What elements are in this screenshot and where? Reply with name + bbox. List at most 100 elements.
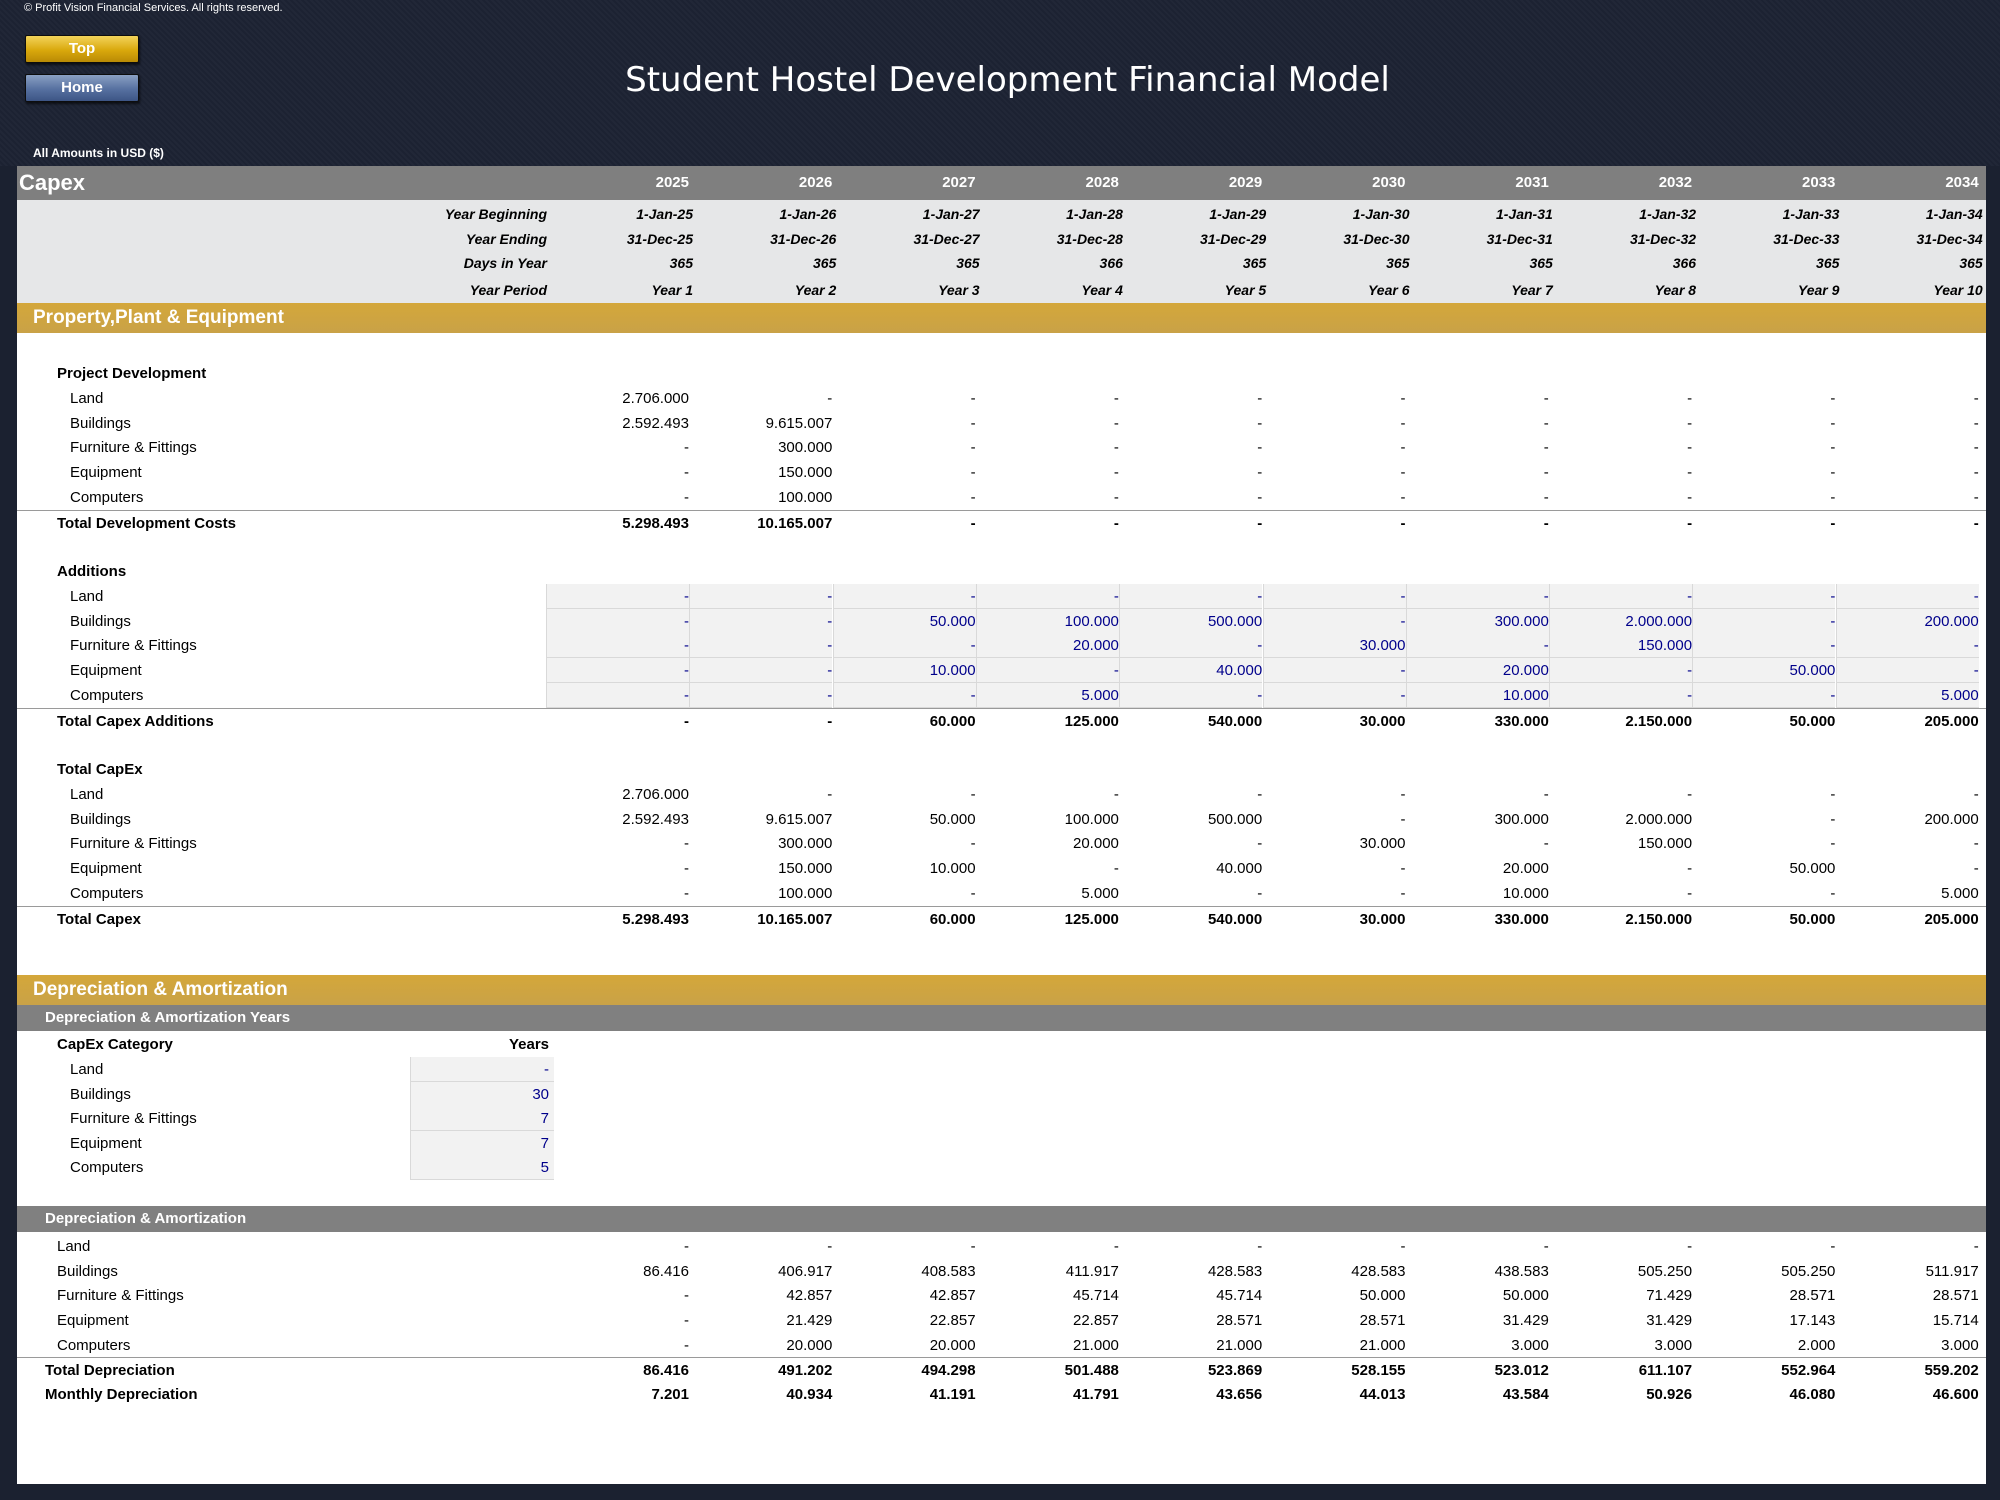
line-item-value[interactable]: 200.000 [1840, 609, 1978, 634]
line-item-value: - [1113, 489, 1119, 506]
total-development-costs-value: 10.165.007 [757, 514, 833, 532]
da-schedule-row: Land - - - - - - - - - - [17, 1234, 1986, 1259]
line-item-value[interactable]: - [1840, 633, 1979, 658]
line-item-value[interactable]: - [693, 633, 832, 658]
line-item-value: - [1687, 885, 1693, 902]
line-item-value: - [1830, 885, 1836, 902]
line-item-label: Computers [70, 687, 144, 704]
line-item-value: - [1400, 785, 1406, 803]
line-item-value[interactable]: - [1553, 658, 1692, 683]
capex-header-row: Capex 2025 2026 2027 2028 2029 2030 2031 2032 203… [17, 166, 1986, 200]
da-schedule-value: 28.571 [1359, 1312, 1406, 1330]
line-item-value[interactable]: 10.000 [837, 658, 976, 683]
total-capex-additions-value: 125.000 [1064, 712, 1119, 730]
line-item-value[interactable]: 100.000 [980, 609, 1119, 634]
line-item-value[interactable]: - [550, 633, 689, 658]
line-item-value[interactable]: 2.000.000 [1553, 609, 1692, 634]
line-item-value[interactable]: - [1696, 633, 1835, 658]
line-item-value[interactable]: - [693, 609, 832, 634]
line-item-value[interactable]: 20.000 [980, 633, 1119, 658]
line-item-value[interactable]: - [1553, 683, 1692, 708]
line-item-value[interactable]: 20.000 [1410, 658, 1549, 683]
capex-title: Capex [19, 170, 86, 195]
line-item-value[interactable]: - [1267, 658, 1406, 683]
line-item-value[interactable]: - [1840, 584, 1979, 609]
spreadsheet-area: Capex 2025 2026 2027 2028 2029 2030 2031 2032 203… [17, 166, 1986, 1484]
years-input-value[interactable]: 5 [410, 1155, 549, 1180]
total-capex-additions-value: - [827, 712, 833, 730]
line-item-value[interactable]: - [550, 584, 689, 609]
year-beginning-row-label: Year Beginning [444, 206, 547, 222]
line-item-value: 40.000 [1216, 860, 1263, 878]
line-item-label: Buildings [70, 810, 131, 828]
line-item-value[interactable]: - [693, 683, 832, 708]
line-item-label: Land [70, 587, 104, 605]
da-schedule-row: Furniture & Fittings - 42.857 42.857 45.714 4… [17, 1283, 1986, 1308]
line-item-value[interactable]: - [1267, 683, 1406, 708]
line-item-label: Equipment [70, 464, 142, 482]
line-item-value: - [1113, 414, 1119, 432]
da-schedule-value: 3.000 [1654, 1336, 1693, 1354]
line-item-value[interactable]: - [1410, 633, 1549, 658]
line-item-value[interactable]: - [1696, 683, 1835, 708]
line-item-value[interactable]: - [550, 683, 689, 708]
line-item-value[interactable]: 50.000 [1696, 658, 1836, 683]
total-capex-additions-row: Total Capex Additions - - 60.000 125.000 540.… [17, 707, 1986, 734]
total-development-costs-value: 5.298.493 [622, 514, 689, 532]
line-item-value[interactable]: - [1123, 584, 1262, 609]
line-item-value[interactable]: - [550, 609, 689, 634]
year-ending-row-value: 31-Dec-33 [1773, 231, 1840, 247]
total-depreciation-value: 494.298 [921, 1362, 976, 1379]
line-item-value[interactable]: 10.000 [1410, 683, 1549, 708]
line-item-value[interactable]: - [693, 584, 832, 609]
line-item-value[interactable]: - [1123, 633, 1262, 658]
years-input-value[interactable]: - [410, 1057, 549, 1082]
years-input-value[interactable]: 30 [410, 1082, 549, 1107]
line-item-value[interactable]: - [1267, 609, 1406, 634]
line-item-value[interactable]: - [1267, 584, 1406, 609]
year-beginning-row-value: 1-Jan-34 [1925, 206, 1983, 222]
line-item-value[interactable]: - [1553, 584, 1692, 609]
line-item-value[interactable]: - [980, 658, 1119, 683]
line-item-value[interactable]: 5.000 [980, 683, 1119, 708]
line-item-value: 2.706.000 [622, 785, 689, 803]
top-button[interactable]: Top [25, 35, 139, 63]
line-item-value[interactable]: - [837, 633, 976, 658]
years-input-value[interactable]: 7 [410, 1131, 549, 1156]
line-item-value[interactable]: 150.000 [1553, 633, 1692, 658]
line-item-value[interactable]: - [1840, 658, 1979, 683]
line-item-value[interactable]: 30.000 [1267, 633, 1406, 658]
line-item-value[interactable]: - [1696, 584, 1835, 609]
line-item-value[interactable]: 40.000 [1123, 658, 1262, 683]
days-in-year-row-label: Days in Year [463, 255, 547, 271]
da-section-header: Depreciation & Amortization [17, 975, 1986, 1005]
total-capex-label: Total Capex [57, 910, 141, 928]
line-item-value[interactable]: - [693, 658, 832, 683]
line-item-value[interactable]: - [980, 584, 1119, 609]
da-schedule-value: - [1257, 1238, 1263, 1255]
line-item-value[interactable]: 300.000 [1410, 609, 1549, 634]
total-capex-title-row: Total CapEx [17, 757, 1986, 782]
line-item-value[interactable]: - [837, 683, 976, 708]
line-item-value: - [1973, 389, 1979, 407]
year-ending-row-value: 31-Dec-25 [626, 231, 693, 247]
ppe-section-header: Property,Plant & Equipment [17, 303, 1986, 333]
total-development-costs-value: - [1400, 514, 1406, 532]
year-beginning-row-value: 1-Jan-31 [1495, 206, 1553, 222]
line-item-value[interactable]: 5.000 [1840, 683, 1979, 708]
years-input-value[interactable]: 7 [410, 1106, 549, 1131]
year-header: 2028 [1085, 174, 1119, 191]
line-item-value[interactable]: - [1410, 584, 1549, 609]
line-item-value[interactable]: - [1123, 683, 1262, 708]
year-header: 2034 [1945, 174, 1979, 191]
da-schedule-row: Buildings 86.416 406.917 408.583 411.917 428.… [17, 1259, 1986, 1284]
monthly-depreciation-label: Monthly Depreciation [45, 1386, 198, 1403]
total-development-costs-value: - [970, 514, 976, 532]
line-item-value[interactable]: 50.000 [837, 609, 976, 634]
line-item-value[interactable]: - [837, 584, 976, 609]
line-item-value[interactable]: 500.000 [1123, 609, 1262, 634]
line-item-value[interactable]: - [550, 658, 689, 683]
total-capex-additions-value: 50.000 [1789, 712, 1836, 730]
line-item-value[interactable]: - [1696, 609, 1835, 634]
line-item-value: - [1257, 414, 1263, 432]
